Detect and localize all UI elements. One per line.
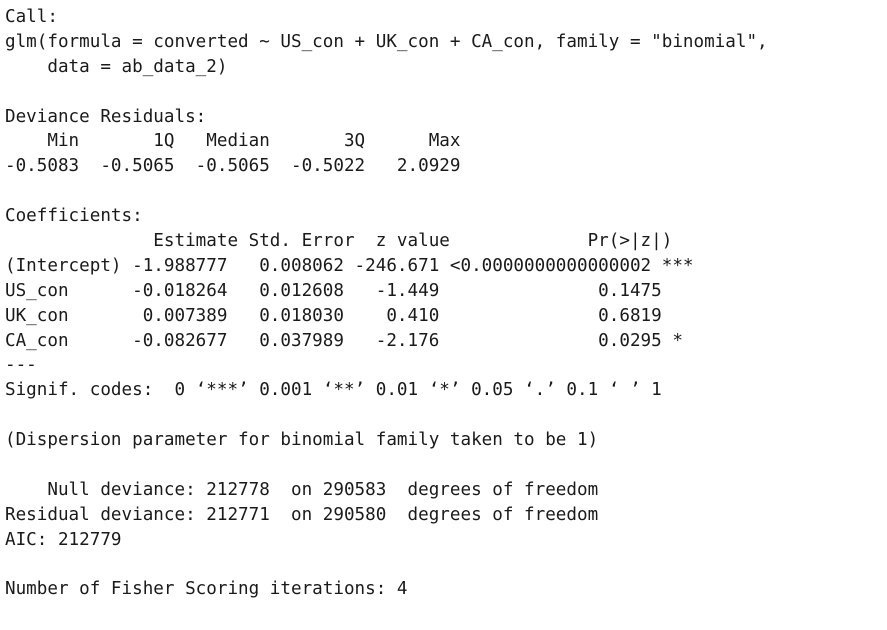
dispersion-note: (Dispersion parameter for binomial famil… [5, 430, 599, 451]
coefficient-row-intercept: (Intercept) -1.988777 0.008062 -246.671 … [5, 255, 694, 276]
r-console-output: Call: glm(formula = converted ~ US_con +… [5, 5, 882, 602]
residual-deviance: Residual deviance: 212771 on 290580 degr… [5, 504, 599, 525]
coefficients-header: Estimate Std. Error z value Pr(>|z|) [5, 231, 715, 252]
coefficients-heading: Coefficients: [5, 206, 143, 227]
deviance-residuals-header: Min 1Q Median 3Q Max [5, 131, 482, 152]
aic-value: AIC: 212779 [5, 529, 122, 550]
fisher-scoring-iterations: Number of Fisher Scoring iterations: 4 [5, 579, 408, 600]
deviance-residuals-values: -0.5083 -0.5065 -0.5065 -0.5022 2.0929 [5, 156, 482, 177]
coefficients-separator: --- [5, 355, 37, 376]
call-formula-line: glm(formula = converted ~ US_con + UK_co… [5, 31, 768, 52]
call-heading: Call: [5, 7, 58, 27]
coefficient-row-uk-con: UK_con 0.007389 0.018030 0.410 0.6819 [5, 305, 705, 326]
call-data-line: data = ab_data_2) [5, 56, 228, 77]
deviance-residuals-heading: Deviance Residuals: [5, 106, 207, 127]
coefficient-row-us-con: US_con -0.018264 0.012608 -1.449 0.1475 [5, 280, 705, 301]
coefficient-row-ca-con: CA_con -0.082677 0.037989 -2.176 0.0295 … [5, 330, 705, 351]
signif-codes: Signif. codes: 0 ‘***’ 0.001 ‘**’ 0.01 ‘… [5, 380, 662, 401]
null-deviance: Null deviance: 212778 on 290583 degrees … [5, 479, 599, 500]
